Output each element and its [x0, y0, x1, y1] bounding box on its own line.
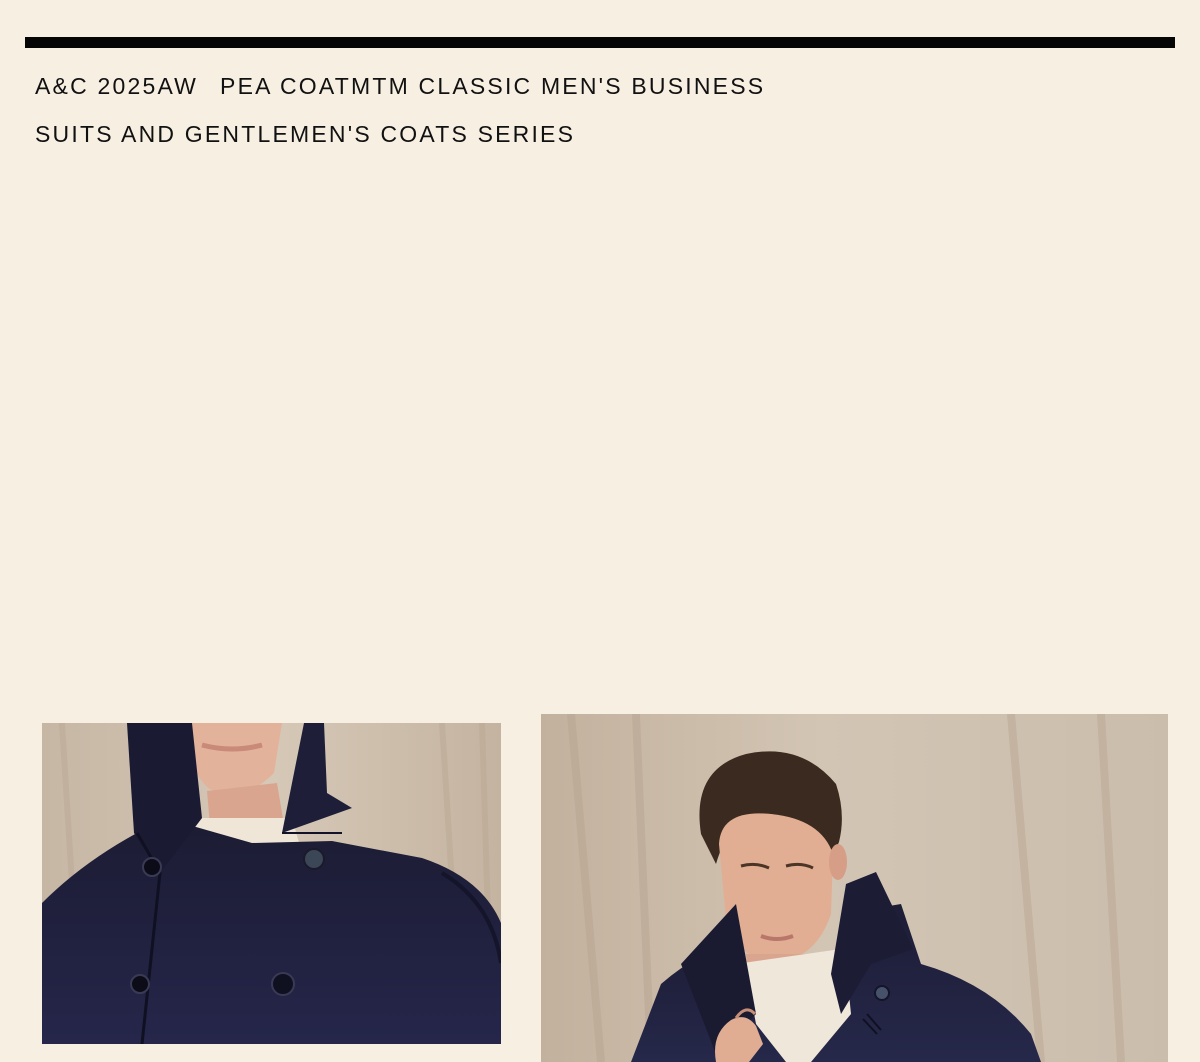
model-in-pea-coat-photo [541, 714, 1168, 1062]
title-line-2: SUITS AND GENTLEMEN'S COATS SERIES [35, 121, 576, 147]
coat-collar-closeup-photo [42, 723, 501, 1044]
model-illustration [541, 714, 1168, 1062]
top-divider-rule [25, 37, 1175, 48]
coat-button [874, 985, 890, 1001]
page-title: A&C 2025AW PEA COATMTM CLASSIC MEN'S BUSI… [35, 62, 935, 158]
title-line-1: A&C 2025AW PEA COATMTM CLASSIC MEN'S BUSI… [35, 62, 935, 110]
coat-collar-illustration [42, 723, 501, 1044]
brand-label: A&C 2025AW [35, 73, 199, 99]
title-text-1: PEA COATMTM CLASSIC MEN'S BUSINESS [220, 73, 766, 99]
